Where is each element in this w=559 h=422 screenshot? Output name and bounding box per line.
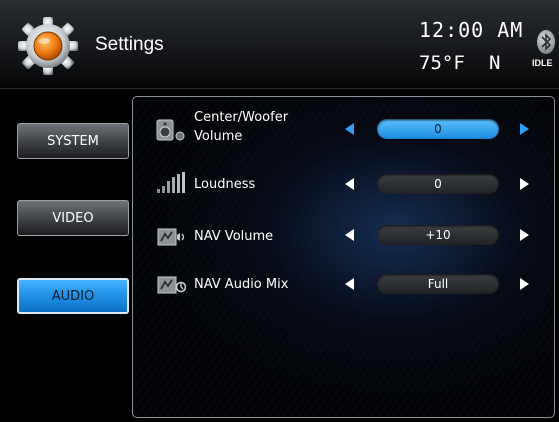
- nav-volume-increase-button[interactable]: [520, 229, 529, 241]
- compass-heading: N: [489, 52, 501, 74]
- center-woofer-value: 0: [377, 119, 499, 139]
- settings-gear-icon: [18, 17, 78, 75]
- center-woofer-volume-label: Center/Woofer Volume: [194, 108, 288, 146]
- speaker-icon: [156, 119, 185, 141]
- loudness-value: 0: [377, 174, 499, 194]
- nav-audio-mix-decrease-button[interactable]: [345, 278, 354, 290]
- center-woofer-increase-button[interactable]: [520, 123, 529, 135]
- tab-video[interactable]: VIDEO: [17, 200, 129, 236]
- loudness-value-text: 0: [434, 177, 442, 191]
- loudness-decrease-button[interactable]: [345, 178, 354, 190]
- tab-audio-label: AUDIO: [51, 288, 95, 304]
- clock: 12:00 AM: [419, 18, 524, 42]
- audio-settings-panel: Center/Woofer Volume 0 Loudness 0 NAV Vo…: [132, 96, 555, 418]
- nav-volume-decrease-button[interactable]: [345, 229, 354, 241]
- nav-audio-mix-label: NAV Audio Mix: [194, 277, 289, 292]
- loudness-label: Loudness: [194, 177, 256, 192]
- nav-volume-value-text: +10: [425, 228, 451, 242]
- nav-audio-mix-value: Full: [377, 274, 499, 294]
- loudness-bars-icon: [157, 172, 185, 193]
- tab-audio[interactable]: AUDIO: [17, 278, 129, 314]
- nav-audio-mix-value-text: Full: [427, 277, 449, 291]
- tab-system[interactable]: SYSTEM: [17, 123, 129, 159]
- page-title: Settings: [95, 34, 164, 55]
- nav-audio-mix-icon: [157, 276, 186, 294]
- center-woofer-label-line2: Volume: [194, 129, 243, 144]
- bluetooth-status-label: IDLE: [532, 58, 553, 68]
- tab-video-label: VIDEO: [52, 210, 94, 226]
- nav-volume-label: NAV Volume: [194, 229, 274, 244]
- temperature-readout: 75°F: [419, 52, 465, 74]
- center-woofer-label-line1: Center/Woofer: [194, 110, 289, 125]
- bluetooth-status: IDLE: [532, 30, 558, 76]
- nav-volume-icon: [157, 228, 185, 246]
- center-woofer-value-text: 0: [434, 122, 442, 136]
- tab-system-label: SYSTEM: [47, 133, 99, 149]
- loudness-increase-button[interactable]: [520, 178, 529, 190]
- nav-audio-mix-increase-button[interactable]: [520, 278, 529, 290]
- center-woofer-decrease-button[interactable]: [345, 123, 354, 135]
- nav-volume-value: +10: [377, 225, 499, 245]
- header-bar: Settings 12:00 AM 75°F N IDLE: [0, 0, 559, 89]
- bluetooth-icon: [537, 30, 555, 54]
